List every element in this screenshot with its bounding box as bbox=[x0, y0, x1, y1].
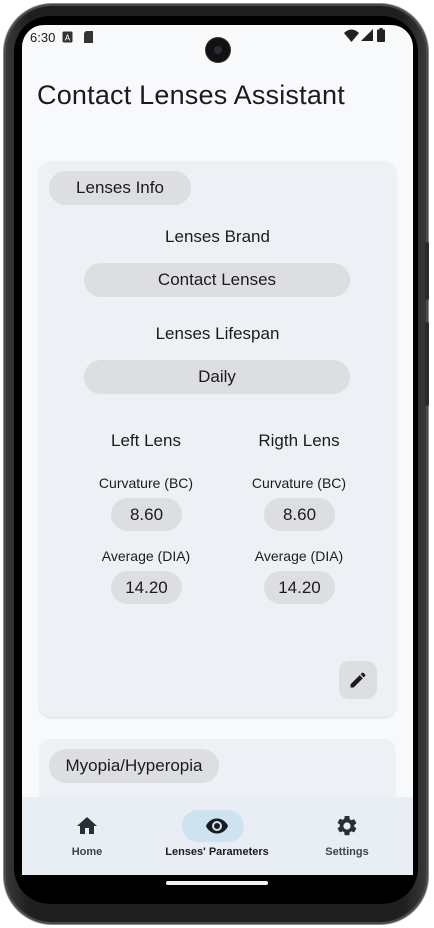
lenses-info-card: Lenses Info Lenses Brand Contact Lenses … bbox=[39, 161, 396, 717]
lenses-info-label: Lenses Info bbox=[49, 171, 191, 205]
front-camera bbox=[206, 38, 230, 62]
power-button bbox=[425, 322, 429, 406]
app-screen: 6:30 A Contact Lenses Assistant Lenses I… bbox=[22, 25, 413, 875]
nav-item-home[interactable]: Home bbox=[27, 797, 147, 875]
left-dia-value: 14.20 bbox=[111, 571, 182, 604]
left-dia-label: Average (DIA) bbox=[101, 548, 191, 564]
sd-card-icon bbox=[84, 31, 93, 43]
nav-item-settings[interactable]: Settings bbox=[287, 797, 407, 875]
right-dia-label: Average (DIA) bbox=[254, 548, 344, 564]
home-icon bbox=[77, 817, 97, 834]
wifi-icon bbox=[344, 29, 359, 42]
right-bc-label: Curvature (BC) bbox=[251, 475, 347, 491]
nav-label-settings: Settings bbox=[325, 846, 369, 858]
eye-icon bbox=[206, 818, 228, 834]
nav-label-lenses-parameters: Lenses' Parameters bbox=[165, 846, 269, 858]
left-bc-value: 8.60 bbox=[111, 498, 182, 531]
notification-a-icon: A bbox=[62, 31, 73, 43]
lenses-brand-label: Lenses Brand bbox=[165, 227, 270, 246]
nav-label-home: Home bbox=[71, 846, 103, 858]
gear-icon bbox=[337, 815, 357, 836]
right-lens-title: Rigth Lens bbox=[258, 431, 340, 450]
right-dia-value: 14.20 bbox=[264, 571, 335, 604]
left-lens-title: Left Lens bbox=[111, 431, 181, 450]
right-bc-value: 8.60 bbox=[264, 498, 335, 531]
volume-button bbox=[425, 242, 429, 300]
bottom-navigation-bar: Home Lenses' Parameters Settings bbox=[22, 797, 413, 875]
edit-button[interactable] bbox=[339, 661, 377, 699]
svg-text:A: A bbox=[65, 34, 71, 43]
page-title: Contact Lenses Assistant bbox=[37, 80, 345, 110]
signal-icon bbox=[361, 29, 373, 41]
nav-item-lenses-parameters[interactable]: Lenses' Parameters bbox=[157, 797, 277, 875]
gesture-navigation-bar[interactable] bbox=[166, 881, 268, 885]
lenses-lifespan-label: Lenses Lifespan bbox=[155, 324, 280, 343]
lenses-brand-value: Contact Lenses bbox=[84, 263, 350, 297]
pencil-icon bbox=[350, 672, 366, 688]
lenses-lifespan-value: Daily bbox=[84, 360, 350, 394]
myopia-hyperopia-label: Myopia/Hyperopia bbox=[49, 749, 219, 783]
left-bc-label: Curvature (BC) bbox=[98, 475, 194, 491]
status-time: 6:30 bbox=[30, 30, 56, 45]
battery-icon bbox=[377, 28, 385, 42]
